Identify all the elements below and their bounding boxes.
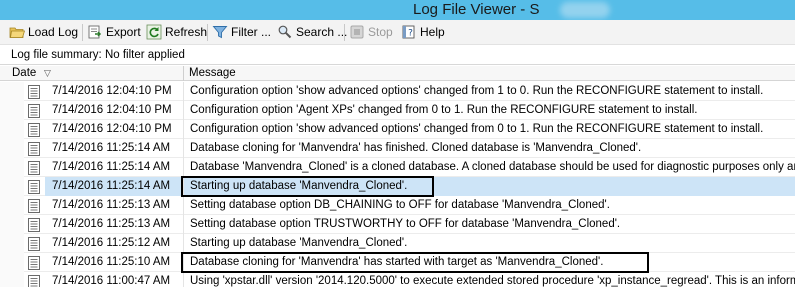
row-date: 7/14/2016 11:25:10 AM xyxy=(52,256,171,268)
row-gutter xyxy=(0,272,24,287)
table-row[interactable]: 7/14/2016 11:25:10 AM Database cloning fo… xyxy=(0,253,795,272)
refresh-label: Refresh xyxy=(165,25,208,39)
redacted-server-name xyxy=(560,2,610,18)
load-log-button[interactable]: Load Log xyxy=(9,23,78,41)
search-button[interactable]: Search ... xyxy=(277,23,347,41)
row-date: 7/14/2016 12:04:10 PM xyxy=(52,123,172,135)
log-entry-icon xyxy=(28,180,40,194)
column-header-message[interactable]: Message xyxy=(189,66,236,81)
stop-icon xyxy=(349,24,365,40)
table-row[interactable]: 7/14/2016 11:25:14 AM Starting up databas… xyxy=(0,177,795,196)
search-icon xyxy=(277,24,293,40)
toolbar: Load Log Export Refresh Filter ... Searc… xyxy=(0,20,795,45)
export-icon xyxy=(87,24,103,40)
toolbar-separator xyxy=(82,24,83,41)
row-date: 7/14/2016 12:04:10 PM xyxy=(52,104,172,116)
column-header-date[interactable]: Date xyxy=(12,66,36,81)
row-message: Configuration option 'Agent XPs' changed… xyxy=(190,104,698,116)
log-entry-icon xyxy=(28,104,40,118)
table-row[interactable]: 7/14/2016 12:04:10 PM Configuration optio… xyxy=(0,101,795,120)
row-message: Configuration option 'show advanced opti… xyxy=(190,85,764,97)
load-log-label: Load Log xyxy=(28,25,79,39)
log-entry-icon xyxy=(28,199,40,213)
row-gutter xyxy=(0,177,24,196)
row-date: 7/14/2016 11:25:14 AM xyxy=(52,161,171,173)
grid-rows: 7/14/2016 12:04:10 PM Configuration optio… xyxy=(0,82,795,287)
log-entry-icon xyxy=(28,85,40,99)
log-grid: Date ▽ Message 7/14/2016 12:04:10 PM Conf… xyxy=(0,66,795,287)
export-label: Export xyxy=(106,25,141,39)
row-date: 7/14/2016 11:25:14 AM xyxy=(45,177,183,196)
row-date: 7/14/2016 11:25:14 AM xyxy=(52,142,171,154)
svg-text:?: ? xyxy=(408,29,413,39)
table-row[interactable]: 7/14/2016 11:00:47 AM Using 'xpstar.dll' … xyxy=(0,272,795,287)
search-label: Search ... xyxy=(296,25,348,39)
filter-funnel-icon xyxy=(212,24,228,40)
row-gutter xyxy=(0,82,24,101)
sort-descending-icon[interactable]: ▽ xyxy=(44,67,51,80)
toolbar-separator xyxy=(207,24,208,41)
row-message: Database cloning for 'Manvendra' has fin… xyxy=(190,142,642,154)
table-row[interactable]: 7/14/2016 12:04:10 PM Configuration optio… xyxy=(0,82,795,101)
row-date: 7/14/2016 11:25:13 AM xyxy=(52,199,171,211)
row-gutter xyxy=(0,196,24,215)
log-entry-icon xyxy=(28,123,40,137)
row-gutter xyxy=(0,253,24,272)
log-entry-icon xyxy=(28,161,40,175)
row-date: 7/14/2016 11:25:13 AM xyxy=(52,218,171,230)
log-entry-icon xyxy=(28,142,40,156)
row-gutter xyxy=(0,158,24,177)
log-summary: Log file summary: No filter applied xyxy=(0,46,795,65)
window-title: Log File Viewer - S xyxy=(413,1,540,18)
row-date: 7/14/2016 11:00:47 AM xyxy=(52,275,171,287)
folder-open-icon xyxy=(9,24,26,40)
column-divider[interactable] xyxy=(183,66,184,81)
table-row[interactable]: 7/14/2016 11:25:14 AM Database 'Manvendra… xyxy=(0,158,795,177)
row-message: Setting database option DB_CHAINING to O… xyxy=(190,199,610,211)
table-row[interactable]: 7/14/2016 11:25:13 AM Setting database op… xyxy=(0,196,795,215)
row-gutter xyxy=(0,139,24,158)
help-label: Help xyxy=(420,25,445,39)
row-gutter xyxy=(0,234,24,253)
row-message: Database cloning for 'Manvendra' has sta… xyxy=(190,256,604,268)
row-date: 7/14/2016 11:25:12 AM xyxy=(52,237,171,249)
row-date: 7/14/2016 12:04:10 PM xyxy=(52,85,172,97)
row-message: Starting up database 'Manvendra_Cloned'. xyxy=(184,177,795,196)
filter-label: Filter ... xyxy=(231,25,272,39)
refresh-icon xyxy=(146,24,162,40)
row-gutter xyxy=(0,215,24,234)
stop-label: Stop xyxy=(368,25,393,39)
row-message: Setting database option TRUSTWORTHY to O… xyxy=(190,218,621,230)
log-entry-icon xyxy=(28,275,40,287)
row-gutter xyxy=(0,120,24,139)
help-book-icon: ? xyxy=(401,24,417,40)
title-bar: Log File Viewer - S xyxy=(0,0,795,20)
row-message: Database 'Manvendra_Cloned' is a cloned … xyxy=(190,161,795,173)
row-message: Starting up database 'Manvendra_Cloned'. xyxy=(190,237,408,249)
refresh-button[interactable]: Refresh xyxy=(146,23,207,41)
table-row[interactable]: 7/14/2016 11:25:12 AM Starting up databas… xyxy=(0,234,795,253)
log-entry-icon xyxy=(28,256,40,270)
row-message: Using 'xpstar.dll' version '2014.120.500… xyxy=(190,275,795,287)
row-gutter xyxy=(0,101,24,120)
filter-button[interactable]: Filter ... xyxy=(212,23,271,41)
table-row[interactable]: 7/14/2016 11:25:14 AM Database cloning fo… xyxy=(0,139,795,158)
row-message: Configuration option 'show advanced opti… xyxy=(190,123,764,135)
toolbar-separator xyxy=(344,24,345,41)
export-button[interactable]: Export xyxy=(87,23,141,41)
grid-header: Date ▽ Message xyxy=(0,66,795,81)
help-button[interactable]: ? Help xyxy=(401,23,445,41)
log-entry-icon xyxy=(28,218,40,232)
stop-button[interactable]: Stop xyxy=(349,23,393,41)
table-row[interactable]: 7/14/2016 12:04:10 PM Configuration optio… xyxy=(0,120,795,139)
log-entry-icon xyxy=(28,237,40,251)
table-row[interactable]: 7/14/2016 11:25:13 AM Setting database op… xyxy=(0,215,795,234)
